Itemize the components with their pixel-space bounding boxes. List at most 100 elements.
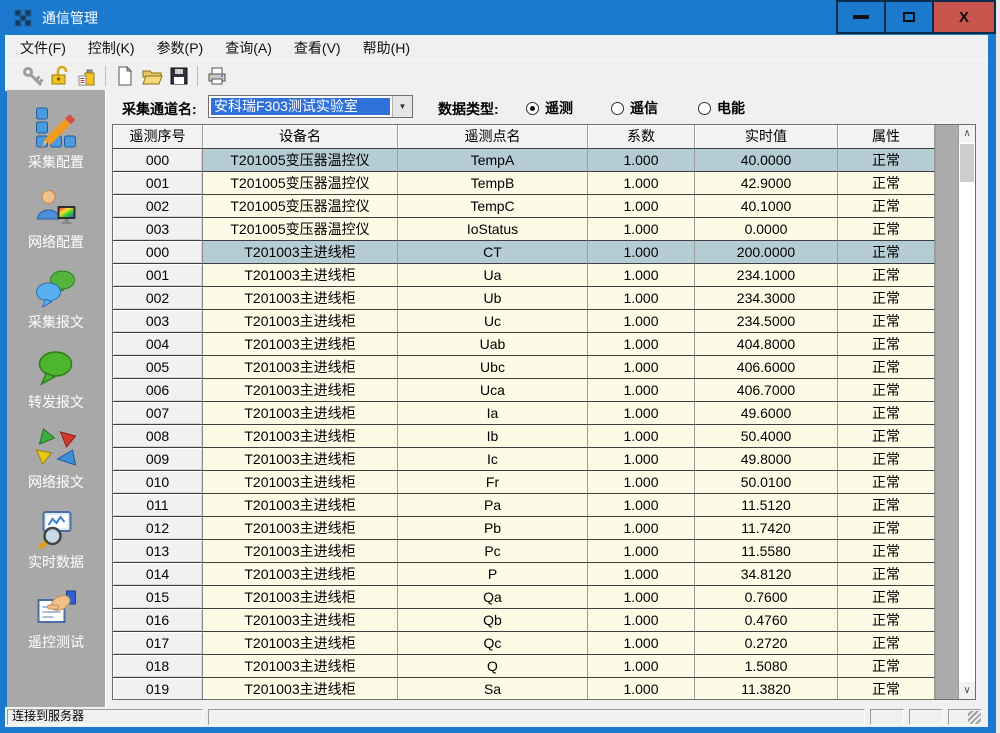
row-status: 正常 — [838, 448, 935, 471]
table-row[interactable]: 010 T201003主进线柜 Fr 1.000 50.0100 正常 — [113, 471, 935, 494]
row-value: 406.6000 — [695, 356, 838, 379]
menu-help[interactable]: 帮助(H) — [352, 38, 421, 58]
connect-key-button[interactable] — [19, 64, 46, 89]
table-row[interactable]: 007 T201003主进线柜 Ia 1.000 49.6000 正常 — [113, 402, 935, 425]
maximize-button[interactable] — [884, 0, 934, 34]
unlock-button[interactable] — [46, 64, 73, 89]
table-row[interactable]: 004 T201003主进线柜 Uab 1.000 404.8000 正常 — [113, 333, 935, 356]
close-button[interactable]: X — [932, 0, 996, 34]
table-row[interactable]: 001 T201003主进线柜 Ua 1.000 234.1000 正常 — [113, 264, 935, 287]
sidebar-item-collect-config[interactable]: 采集配置 — [7, 106, 105, 172]
row-device: T201003主进线柜 — [203, 609, 398, 632]
row-seq: 014 — [113, 563, 203, 586]
table-row[interactable]: 011 T201003主进线柜 Pa 1.000 11.5120 正常 — [113, 494, 935, 517]
col-value-header[interactable]: 实时值 — [695, 125, 838, 149]
new-file-button[interactable] — [111, 64, 138, 89]
app-squares-icon — [14, 9, 32, 27]
row-value: 404.8000 — [695, 333, 838, 356]
table-row[interactable]: 003 T201005变压器温控仪 IoStatus 1.000 0.0000 … — [113, 218, 935, 241]
row-point: Pc — [398, 540, 588, 563]
table-row[interactable]: 014 T201003主进线柜 P 1.000 34.8120 正常 — [113, 563, 935, 586]
row-status: 正常 — [838, 425, 935, 448]
grid-filler — [935, 125, 958, 699]
radio-telesignal[interactable]: 遥信 — [611, 98, 658, 118]
col-status-header[interactable]: 属性 — [838, 125, 935, 149]
table-row[interactable]: 012 T201003主进线柜 Pb 1.000 11.7420 正常 — [113, 517, 935, 540]
scrollbar-thumb[interactable] — [960, 144, 974, 182]
forward-message-icon — [33, 346, 79, 391]
sidebar-item-collect-message[interactable]: 采集报文 — [7, 266, 105, 332]
row-status: 正常 — [838, 632, 935, 655]
row-point: Ic — [398, 448, 588, 471]
radio-telemetry[interactable]: 遥测 — [526, 98, 573, 118]
col-coef-header[interactable]: 系数 — [588, 125, 695, 149]
row-point: TempA — [398, 149, 588, 172]
sidebar-item-network-message[interactable]: 网络报文 — [7, 426, 105, 492]
vertical-scrollbar[interactable]: ∧ ∨ — [958, 125, 975, 699]
row-device: T201003主进线柜 — [203, 402, 398, 425]
status-bar: 连接到服务器 — [5, 707, 988, 727]
row-seq: 007 — [113, 402, 203, 425]
row-coef: 1.000 — [588, 540, 695, 563]
table-row[interactable]: 006 T201003主进线柜 Uca 1.000 406.7000 正常 — [113, 379, 935, 402]
row-status: 正常 — [838, 563, 935, 586]
col-device-header[interactable]: 设备名 — [203, 125, 398, 149]
table-row[interactable]: 002 T201005变压器温控仪 TempC 1.000 40.1000 正常 — [113, 195, 935, 218]
scroll-down-button[interactable]: ∨ — [959, 682, 975, 699]
table-row[interactable]: 000 T201005变压器温控仪 TempA 1.000 40.0000 正常 — [113, 149, 935, 172]
unlock-icon — [49, 65, 71, 87]
menu-control[interactable]: 控制(K) — [77, 38, 146, 58]
resize-grip[interactable] — [968, 711, 981, 724]
radio-energy[interactable]: 电能 — [698, 98, 745, 118]
row-device: T201005变压器温控仪 — [203, 195, 398, 218]
menu-query[interactable]: 查询(A) — [214, 38, 283, 58]
row-coef: 1.000 — [588, 471, 695, 494]
table-row[interactable]: 015 T201003主进线柜 Qa 1.000 0.7600 正常 — [113, 586, 935, 609]
sidebar-item-realtime-data[interactable]: 实时数据 — [7, 506, 105, 572]
collect-config-icon — [33, 106, 79, 151]
table-row[interactable]: 001 T201005变压器温控仪 TempB 1.000 42.9000 正常 — [113, 172, 935, 195]
lock-config-button[interactable] — [73, 64, 100, 89]
row-coef: 1.000 — [588, 632, 695, 655]
table-row[interactable]: 000 T201003主进线柜 CT 1.000 200.0000 正常 — [113, 241, 935, 264]
row-status: 正常 — [838, 333, 935, 356]
menu-bar: 文件(F) 控制(K) 参数(P) 查询(A) 查看(V) 帮助(H) — [5, 35, 988, 60]
row-point: IoStatus — [398, 218, 588, 241]
close-icon: X — [959, 9, 969, 26]
datatype-label: 数据类型: — [438, 99, 499, 119]
print-button[interactable] — [203, 64, 230, 89]
table-row[interactable]: 013 T201003主进线柜 Pc 1.000 11.5580 正常 — [113, 540, 935, 563]
table-row[interactable]: 019 T201003主进线柜 Sa 1.000 11.3820 正常 — [113, 678, 935, 700]
menu-file[interactable]: 文件(F) — [9, 38, 77, 58]
table-row[interactable]: 016 T201003主进线柜 Qb 1.000 0.4760 正常 — [113, 609, 935, 632]
table-row[interactable]: 017 T201003主进线柜 Qc 1.000 0.2720 正常 — [113, 632, 935, 655]
channel-combobox-dropdown-button[interactable]: ▼ — [392, 96, 412, 117]
row-coef: 1.000 — [588, 655, 695, 678]
sidebar-item-network-config[interactable]: 网络配置 — [7, 186, 105, 252]
row-coef: 1.000 — [588, 448, 695, 471]
scroll-up-button[interactable]: ∧ — [959, 125, 975, 142]
row-point: Uca — [398, 379, 588, 402]
row-point: Ubc — [398, 356, 588, 379]
table-row[interactable]: 018 T201003主进线柜 Q 1.000 1.5080 正常 — [113, 655, 935, 678]
table-row[interactable]: 002 T201003主进线柜 Ub 1.000 234.3000 正常 — [113, 287, 935, 310]
save-button[interactable] — [165, 64, 192, 89]
table-row[interactable]: 005 T201003主进线柜 Ubc 1.000 406.6000 正常 — [113, 356, 935, 379]
table-row[interactable]: 009 T201003主进线柜 Ic 1.000 49.8000 正常 — [113, 448, 935, 471]
row-coef: 1.000 — [588, 241, 695, 264]
menu-params[interactable]: 参数(P) — [146, 38, 215, 58]
menu-view[interactable]: 查看(V) — [283, 38, 352, 58]
sidebar-item-forward-message[interactable]: 转发报文 — [7, 346, 105, 412]
col-point-header[interactable]: 遥测点名 — [398, 125, 588, 149]
row-point: CT — [398, 241, 588, 264]
sidebar-item-remote-test[interactable]: 遥控测试 — [7, 586, 105, 652]
table-row[interactable]: 003 T201003主进线柜 Uc 1.000 234.5000 正常 — [113, 310, 935, 333]
table-row[interactable]: 008 T201003主进线柜 Ib 1.000 50.4000 正常 — [113, 425, 935, 448]
channel-combobox[interactable]: 安科瑞F303测试实验室 ▼ — [208, 95, 413, 118]
row-status: 正常 — [838, 356, 935, 379]
col-seq-header[interactable]: 遥测序号 — [113, 125, 203, 149]
chevron-down-icon: ▼ — [399, 102, 407, 111]
minimize-button[interactable] — [836, 0, 886, 34]
row-coef: 1.000 — [588, 379, 695, 402]
open-file-button[interactable] — [138, 64, 165, 89]
